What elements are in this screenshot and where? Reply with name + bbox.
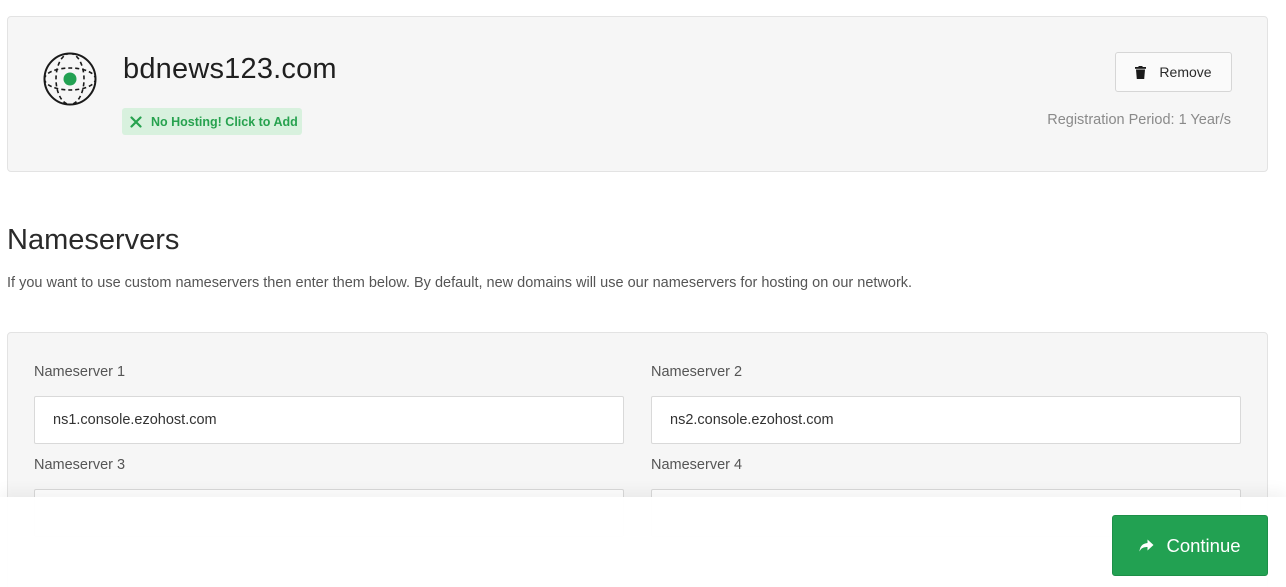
remove-button[interactable]: Remove xyxy=(1115,52,1232,92)
continue-button[interactable]: Continue xyxy=(1112,515,1268,576)
nameserver-1-label: Nameserver 1 xyxy=(34,364,126,380)
nameserver-4-label: Nameserver 4 xyxy=(651,457,743,473)
close-icon xyxy=(130,115,142,128)
trash-icon xyxy=(1135,65,1147,79)
nameservers-title: Nameservers xyxy=(7,224,180,256)
nameserver-2-label: Nameserver 2 xyxy=(651,364,743,380)
nameserver-1-group: Nameserver 1 xyxy=(34,364,624,444)
nameservers-description: If you want to use custom nameservers th… xyxy=(7,275,913,291)
registration-period: Registration Period: 1 Year/s xyxy=(1047,112,1231,128)
domain-name: bdnews123.com xyxy=(123,53,337,85)
nameserver-1-input[interactable] xyxy=(34,396,624,444)
continue-button-label: Continue xyxy=(1166,534,1241,556)
share-arrow-icon xyxy=(1139,539,1154,552)
nameserver-3-label: Nameserver 3 xyxy=(34,457,126,473)
nameserver-2-input[interactable] xyxy=(651,396,1241,444)
page: bdnews123.com No Hosting! Click to Add R… xyxy=(0,0,1286,587)
remove-button-label: Remove xyxy=(1159,64,1212,80)
globe-icon xyxy=(43,52,97,106)
domain-card: bdnews123.com No Hosting! Click to Add R… xyxy=(7,16,1268,172)
nameserver-2-group: Nameserver 2 xyxy=(651,364,1241,444)
hosting-badge-label: No Hosting! Click to Add xyxy=(151,114,298,129)
add-hosting-badge[interactable]: No Hosting! Click to Add xyxy=(122,108,302,135)
sticky-footer-bar xyxy=(0,497,1286,587)
